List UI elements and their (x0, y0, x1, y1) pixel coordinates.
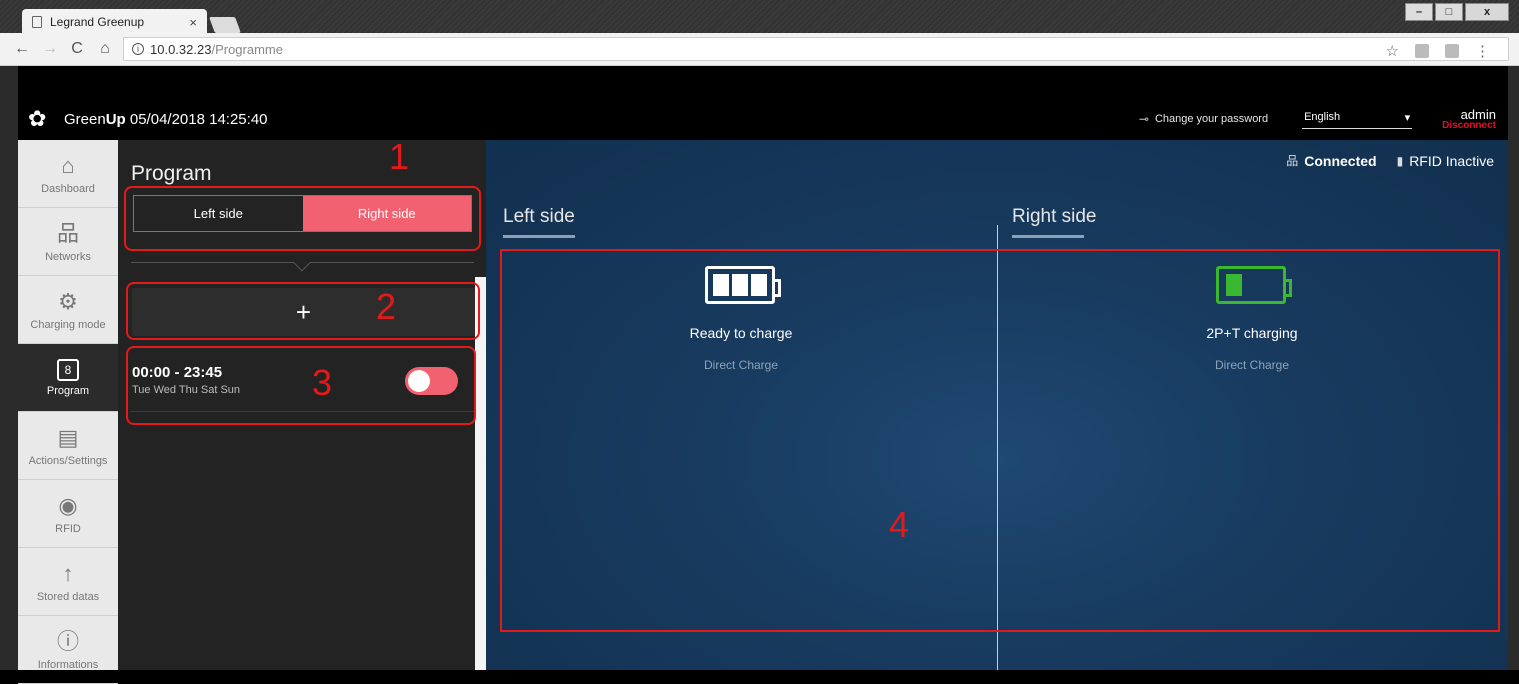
window-close-button[interactable]: x (1465, 3, 1509, 21)
connection-status: 品 Connected (1286, 152, 1376, 169)
brand-bold: Up (105, 110, 126, 128)
annotation-box-1 (124, 186, 481, 251)
address-bar-actions: ☆ ⋮ (1386, 42, 1490, 60)
connected-label: Connected (1304, 152, 1377, 169)
brand-and-datetime: GreenUp 05/04/2018 14:25:40 (64, 111, 268, 128)
language-value: English (1304, 111, 1341, 123)
header-right: ⊸ Change your password English ▾ admin D… (1139, 98, 1496, 140)
right-side-underline (1012, 235, 1084, 238)
info-icon: ⓘ (56, 628, 79, 654)
nav-label: Charging mode (30, 318, 106, 331)
key-icon: ⊸ (1138, 112, 1149, 126)
annotation-box-3 (126, 346, 476, 425)
tab-title: Legrand Greenup (50, 15, 145, 29)
title-bar: Legrand Greenup × – □ x (0, 0, 1519, 35)
cog-icon: ⚙ (58, 288, 78, 314)
left-side-underline (503, 235, 575, 238)
forward-icon[interactable]: → (42, 40, 58, 58)
app-top-strip (18, 66, 1508, 98)
annotation-box-4 (500, 249, 1500, 632)
window-controls: – □ x (1405, 3, 1509, 21)
gear-icon[interactable]: ✿ (28, 108, 50, 130)
network-icon: 品 (1286, 154, 1299, 168)
rfid-status-icon: ▮ (1396, 153, 1404, 168)
nav-label: Actions/Settings (28, 454, 108, 467)
annotation-number-1: 1 (389, 136, 410, 177)
rfid-icon: ◉ (58, 492, 78, 518)
nav-item-dashboard[interactable]: ⌂ Dashboard (18, 140, 118, 208)
window-minimize-button[interactable]: – (1405, 3, 1433, 21)
right-side-title: Right side (1012, 206, 1097, 227)
nav-label: Dashboard (41, 182, 95, 195)
reload-icon[interactable]: C (70, 40, 84, 58)
bookmark-star-icon[interactable]: ☆ (1386, 42, 1399, 60)
new-tab-button[interactable] (209, 17, 241, 33)
url-host: 10.0.32.23 (150, 41, 212, 57)
url-path: /Programme (211, 41, 283, 57)
network-icon: 品 (56, 220, 79, 246)
change-password-label: Change your password (1154, 113, 1269, 125)
left-nav: ⌂ Dashboard 品 Networks ⚙ Charging mode 8… (18, 140, 118, 684)
nav-label: Networks (45, 250, 91, 263)
rfid-status: ▮ RFID Inactive (1397, 153, 1494, 169)
rfid-status-label: RFID Inactive (1409, 152, 1494, 169)
nav-item-rfid[interactable]: ◉ RFID (18, 480, 118, 548)
address-bar[interactable]: i 10.0.32.23 /Programme ☆ ⋮ (123, 37, 1509, 61)
upload-icon: ↑ (62, 560, 74, 586)
app-header: ✿ GreenUp 05/04/2018 14:25:40 ⊸ Change y… (18, 98, 1508, 140)
tab-close-icon[interactable]: × (189, 15, 197, 30)
annotation-number-2: 2 (376, 286, 397, 327)
browser-tab[interactable]: Legrand Greenup × (22, 9, 207, 35)
nav-item-actions-settings[interactable]: ▤ Actions/Settings (18, 412, 118, 480)
status-bar: 品 Connected ▮ RFID Inactive (1266, 152, 1494, 169)
disconnect-link[interactable]: Disconnect (1442, 120, 1496, 131)
home-icon: ⌂ (61, 152, 75, 178)
extension-icon-2[interactable] (1445, 44, 1459, 58)
calendar-icon: 8 (57, 358, 79, 381)
language-select[interactable]: English ▾ (1302, 109, 1413, 129)
user-block: admin Disconnect (1442, 107, 1496, 131)
browser-menu-icon[interactable]: ⋮ (1475, 42, 1490, 60)
annotation-number-4: 4 (889, 504, 910, 545)
left-side-title: Left side (503, 206, 575, 227)
page-icon (32, 16, 42, 28)
window-maximize-button[interactable]: □ (1435, 3, 1463, 21)
back-icon[interactable]: ← (14, 40, 30, 58)
nav-label: Informations (37, 658, 99, 671)
caret-pointer (293, 254, 311, 272)
annotation-box-2 (126, 282, 480, 340)
annotation-number-3: 3 (312, 362, 333, 403)
nav-label: RFID (55, 522, 81, 535)
info-icon[interactable]: i (132, 43, 144, 55)
change-password-link[interactable]: ⊸ Change your password (1139, 112, 1268, 126)
nav-label: Stored datas (36, 590, 100, 603)
home-icon[interactable]: ⌂ (98, 40, 112, 58)
browser-toolbar: ← → C ⌂ i 10.0.32.23 /Programme ☆ ⋮ (0, 33, 1519, 66)
extension-icon[interactable] (1415, 44, 1429, 58)
browser-window: Legrand Greenup × – □ x ← → C ⌂ i 10.0.3… (0, 0, 1519, 684)
chevron-down-icon: ▾ (1404, 112, 1411, 124)
nav-item-informations[interactable]: ⓘ Informations (18, 616, 118, 684)
clipboard-icon: ▤ (57, 424, 79, 450)
brand-prefix: Green (64, 110, 106, 128)
nav-item-charging-mode[interactable]: ⚙ Charging mode (18, 276, 118, 344)
header-datetime: 05/04/2018 14:25:40 (129, 110, 268, 128)
nav-item-program[interactable]: 8 Program (18, 344, 118, 412)
nav-label: Program (46, 384, 90, 397)
nav-item-networks[interactable]: 品 Networks (18, 208, 118, 276)
page-title: Program (131, 162, 212, 185)
nav-item-stored-datas[interactable]: ↑ Stored datas (18, 548, 118, 616)
